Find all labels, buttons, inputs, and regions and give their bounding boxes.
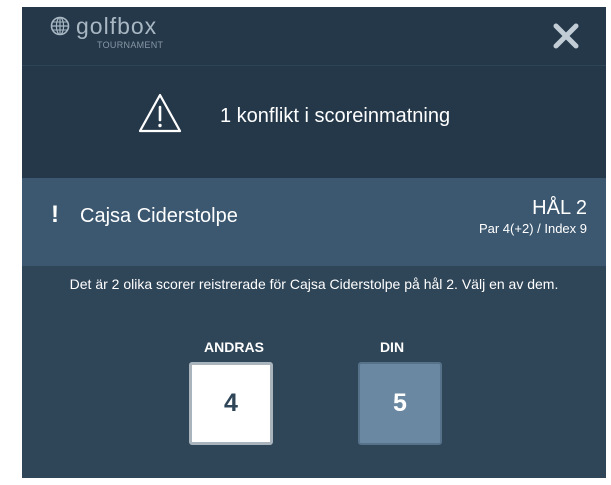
player-name: Cajsa Ciderstolpe — [80, 205, 238, 227]
conflict-banner: 1 konflikt i scoreinmatning — [22, 66, 606, 178]
player-hole-row: ! Cajsa Ciderstolpe HÅL 2 Par 4(+2) / In… — [22, 178, 606, 266]
my-score-value: 5 — [393, 389, 407, 417]
others-score-label: ANDRAS — [204, 339, 264, 355]
close-icon — [553, 23, 579, 49]
conflict-message: Det är 2 olika scorer reistrerade för Ca… — [69, 276, 559, 292]
exclamation-icon: ! — [51, 201, 59, 228]
warning-triangle-icon — [138, 93, 182, 133]
others-score-value: 4 — [224, 389, 238, 417]
golfbox-logo: golfbox TOURNAMENT — [50, 13, 164, 50]
conflict-count-text: 1 konflikt i scoreinmatning — [220, 105, 451, 127]
globe-icon — [50, 16, 70, 36]
hole-par-index: Par 4(+2) / Index 9 — [478, 221, 587, 236]
my-score-button[interactable]: 5 — [358, 362, 442, 445]
my-score-label: DIN — [379, 339, 405, 355]
close-button[interactable] — [548, 18, 584, 54]
others-score-button[interactable]: 4 — [189, 362, 273, 445]
logo-subtitle: TOURNAMENT — [97, 40, 164, 50]
hole-number: HÅL 2 — [532, 197, 587, 219]
logo-wordmark: golfbox — [76, 13, 158, 39]
app-header: golfbox TOURNAMENT — [22, 7, 606, 65]
score-conflict-dialog: golfbox TOURNAMENT 1 konflikt i scoreinm… — [22, 7, 606, 478]
